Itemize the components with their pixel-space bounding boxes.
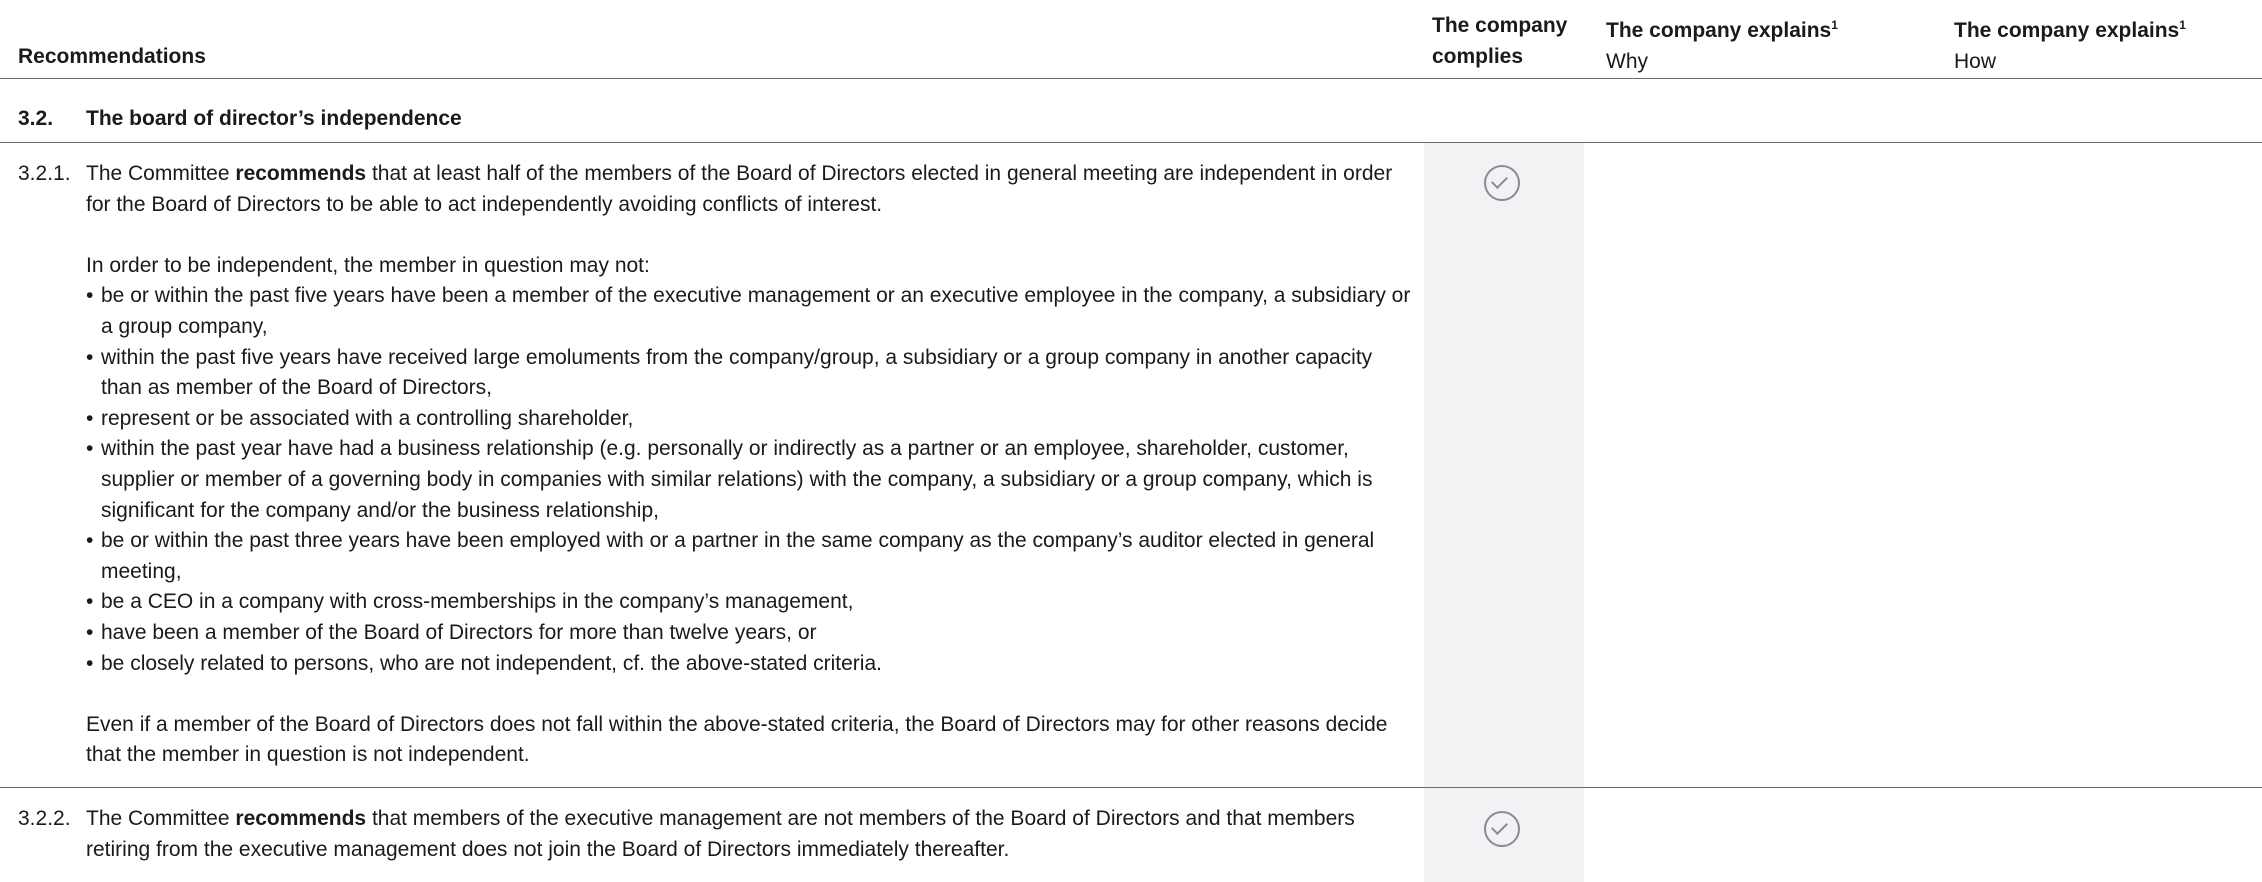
section-heading: 3.2. The board of director’s independence [18,104,462,134]
list-item: be or within the past three years have b… [86,526,1416,587]
list-item: within the past five years have received… [86,343,1416,404]
criteria-list: be or within the past five years have be… [86,281,1416,679]
row-number: 3.2.2. [18,807,71,830]
section-number: 3.2. [18,107,54,130]
recommendation-intro: The Committee recommends that at least h… [86,162,1393,216]
closing-note: Even if a member of the Board of Directo… [86,712,1388,767]
check-circle-icon [1484,811,1520,847]
header-complies: The company complies [1432,14,1568,68]
list-item: be a CEO in a company with cross-members… [86,587,1416,618]
header-rule [0,78,2262,79]
row-number: 3.2.1. [18,162,71,185]
section-title: The board of director’s independence [86,107,462,130]
criteria-lead: In order to be independent, the member i… [86,253,650,277]
recommendation-intro: The Committee recommends that members of… [86,807,1355,861]
section-rule [0,142,2262,143]
list-item: within the past year have had a business… [86,434,1416,526]
list-item: represent or be associated with a contro… [86,404,1416,435]
header-explains-why: The company explains1 Why [1606,18,1838,73]
recommendation-text: The Committee recommends that members of… [86,804,1416,865]
list-item: be closely related to persons, who are n… [86,649,1416,680]
row-rule [0,787,2262,788]
recommendation-text: The Committee recommends that at least h… [86,159,1416,771]
list-item: have been a member of the Board of Direc… [86,618,1416,649]
header-explains-how: The company explains1 How [1954,18,2186,73]
complies-column-band-1 [1424,143,1584,787]
check-circle-icon [1484,165,1520,201]
list-item: be or within the past five years have be… [86,281,1416,342]
header-recommendations: Recommendations [18,45,206,68]
